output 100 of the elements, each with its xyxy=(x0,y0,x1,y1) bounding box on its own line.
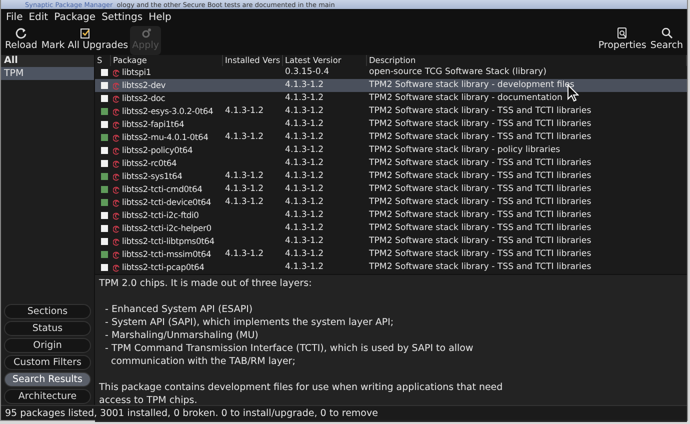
menu-item[interactable]: Package xyxy=(51,10,99,25)
latest-version: 4.1.3-1.2 xyxy=(284,209,325,222)
bullet-text: - System API (SAPI), which implements the system layer API; xyxy=(104,316,395,329)
status-checkbox[interactable] xyxy=(101,199,108,206)
column-header[interactable]: S xyxy=(95,55,111,66)
bullet-text: - Enhanced System API (ESAPI) xyxy=(104,303,254,316)
package-description: TPM2 Software stack library - TSS and TCTI libraries xyxy=(368,131,592,144)
package-description: TPM2 Software stack library - TSS and TCTI libraries xyxy=(368,196,592,209)
package-name: libtss2-policy0t64 xyxy=(122,144,193,157)
filter-heading: All xyxy=(1,55,94,67)
package-name: libtss2-tcti-i2c-helper0 xyxy=(122,222,212,235)
filter-button[interactable]: Origin xyxy=(4,338,91,353)
column-header[interactable]: Package xyxy=(111,55,223,66)
menu-item[interactable]: File xyxy=(3,10,26,25)
package-name: libtspi1 xyxy=(122,66,151,79)
toolbar-button[interactable]: Search xyxy=(648,26,685,55)
installed-version: 4.1.3-1.2 xyxy=(224,196,265,209)
package-description: TPM2 Software stack library - TSS and TCTI libraries xyxy=(368,118,592,131)
column-header[interactable]: Latest Versior xyxy=(283,55,367,66)
package-name: libtss2-rc0t64 xyxy=(122,157,177,170)
status-checkbox[interactable] xyxy=(101,134,108,141)
package-name: libtss2-tcti-cmd0t64 xyxy=(122,183,202,196)
checklist-icon xyxy=(78,27,91,39)
package-name: libtss2-tcti-libtpms0t64 xyxy=(122,235,214,248)
table-row[interactable]: libtss2-dev 4.1.3-1.2 TPM2 Software stack library - development files xyxy=(95,79,687,92)
status-checkbox[interactable] xyxy=(101,225,108,232)
package-name: libtss2-sys1t64 xyxy=(122,170,182,183)
filter-button[interactable]: Search Results xyxy=(4,372,91,387)
package-description: TPM2 Software stack library - development files xyxy=(368,79,574,92)
status-checkbox[interactable] xyxy=(101,82,108,89)
bullet-text: - TPM Command Transmission Interface (TCTI), which is used by SAPI to allow communication with the TAB/RM layer; xyxy=(104,342,474,368)
status-checkbox[interactable] xyxy=(101,238,108,245)
latest-version: 4.1.3-1.2 xyxy=(284,170,325,183)
latest-version: 0.3.15-0.4 xyxy=(284,66,330,79)
bullet-text: - Marshaling/Unmarshaling (MU) xyxy=(104,329,260,342)
status-checkbox[interactable] xyxy=(101,147,108,154)
status-checkbox[interactable] xyxy=(101,121,108,128)
package-name: libtss2-tcti-mssim0t64 xyxy=(122,248,212,261)
reload-icon xyxy=(15,27,28,39)
menu-item[interactable]: Edit xyxy=(26,10,52,25)
toolbar-button[interactable]: Properties xyxy=(596,26,648,55)
package-name: libtss2-tcti-device0t64 xyxy=(122,196,212,209)
description-text: This package contains development files for use when writing applications that need access to TPM chips. xyxy=(99,381,504,407)
latest-version: 4.1.3-1.2 xyxy=(284,131,325,144)
package-name: libtss2-tcti-pcap0t64 xyxy=(122,261,204,274)
package-name: libtss2-fapi1t64 xyxy=(122,118,184,131)
latest-version: 4.1.3-1.2 xyxy=(284,92,325,105)
package-description: TPM2 Software stack library - TSS and TCTI libraries xyxy=(368,222,592,235)
latest-version: 4.1.3-1.2 xyxy=(284,183,325,196)
package-description: open-source TCG Software Stack (library) xyxy=(368,66,546,79)
status-checkbox[interactable] xyxy=(101,69,108,76)
package-description: TPM2 Software stack library - policy libraries xyxy=(368,144,560,157)
status-checkbox[interactable] xyxy=(101,212,108,219)
status-checkbox[interactable] xyxy=(101,186,108,193)
status-checkbox[interactable] xyxy=(101,95,108,102)
status-checkbox[interactable] xyxy=(101,251,108,258)
menu-item[interactable]: Settings xyxy=(98,10,146,25)
toolbar-button[interactable]: Reload xyxy=(3,26,40,55)
document-search-icon xyxy=(616,27,628,39)
package-description: TPM2 Software stack library - TSS and TCTI libraries xyxy=(368,183,592,196)
latest-version: 4.1.3-1.2 xyxy=(284,196,325,209)
package-name: libtss2-tcti-i2c-ftdi0 xyxy=(122,209,199,222)
package-description: TPM2 Software stack library - TSS and TCTI libraries xyxy=(368,261,592,274)
installed-version: 4.1.3-1.2 xyxy=(224,131,265,144)
latest-version: 4.1.3-1.2 xyxy=(284,144,325,157)
gear-icon xyxy=(140,27,152,39)
latest-version: 4.1.3-1.2 xyxy=(284,261,325,274)
latest-version: 4.1.3-1.2 xyxy=(284,79,325,92)
toolbar-button[interactable]: Mark All Upgrades xyxy=(39,26,130,55)
status-checkbox[interactable] xyxy=(101,173,108,180)
filter-button[interactable]: Custom Filters xyxy=(4,355,91,370)
package-description: TPM2 Software stack library - TSS and TCTI libraries xyxy=(368,105,592,118)
package-name: libtss2-dev xyxy=(122,79,166,92)
filter-button[interactable]: Sections xyxy=(4,304,91,319)
package-name: libtss2-mu-4.0.1-0t64 xyxy=(122,131,208,144)
installed-version: 4.1.3-1.2 xyxy=(224,248,265,261)
installed-version: 4.1.3-1.2 xyxy=(224,170,265,183)
search-icon xyxy=(660,27,673,39)
latest-version: 4.1.3-1.2 xyxy=(284,222,325,235)
package-description: TPM2 Software stack library - TSS and TCTI libraries xyxy=(368,170,592,183)
filter-button[interactable]: Status xyxy=(4,321,91,336)
installed-version: 4.1.3-1.2 xyxy=(224,183,265,196)
latest-version: 4.1.3-1.2 xyxy=(284,157,325,170)
package-name: libtss2-esys-3.0.2-0t64 xyxy=(122,105,214,118)
description-text: TPM 2.0 chips. It is made out of three layers: xyxy=(99,277,313,290)
installed-version: 4.1.3-1.2 xyxy=(224,105,265,118)
status-checkbox[interactable] xyxy=(101,264,108,271)
package-name: libtss2-doc xyxy=(122,92,166,105)
filter-item[interactable]: TPM xyxy=(1,67,94,80)
status-bar: 95 packages listed, 3001 installed, 0 broken. 0 to install/upgrade, 0 to remove xyxy=(1,405,687,420)
latest-version: 4.1.3-1.2 xyxy=(284,248,325,261)
package-description: TPM2 Software stack library - TSS and TCTI libraries xyxy=(368,209,592,222)
package-description: TPM2 Software stack library - TSS and TCTI libraries xyxy=(368,157,592,170)
package-description: TPM2 Software stack library - TSS and TCTI libraries xyxy=(368,235,592,248)
menu-item[interactable]: Help xyxy=(146,10,174,25)
status-checkbox[interactable] xyxy=(101,108,108,115)
column-header[interactable]: Installed Vers xyxy=(223,55,283,66)
status-checkbox[interactable] xyxy=(101,160,108,167)
column-header[interactable]: Description xyxy=(367,55,687,66)
filter-button[interactable]: Architecture xyxy=(4,389,91,404)
